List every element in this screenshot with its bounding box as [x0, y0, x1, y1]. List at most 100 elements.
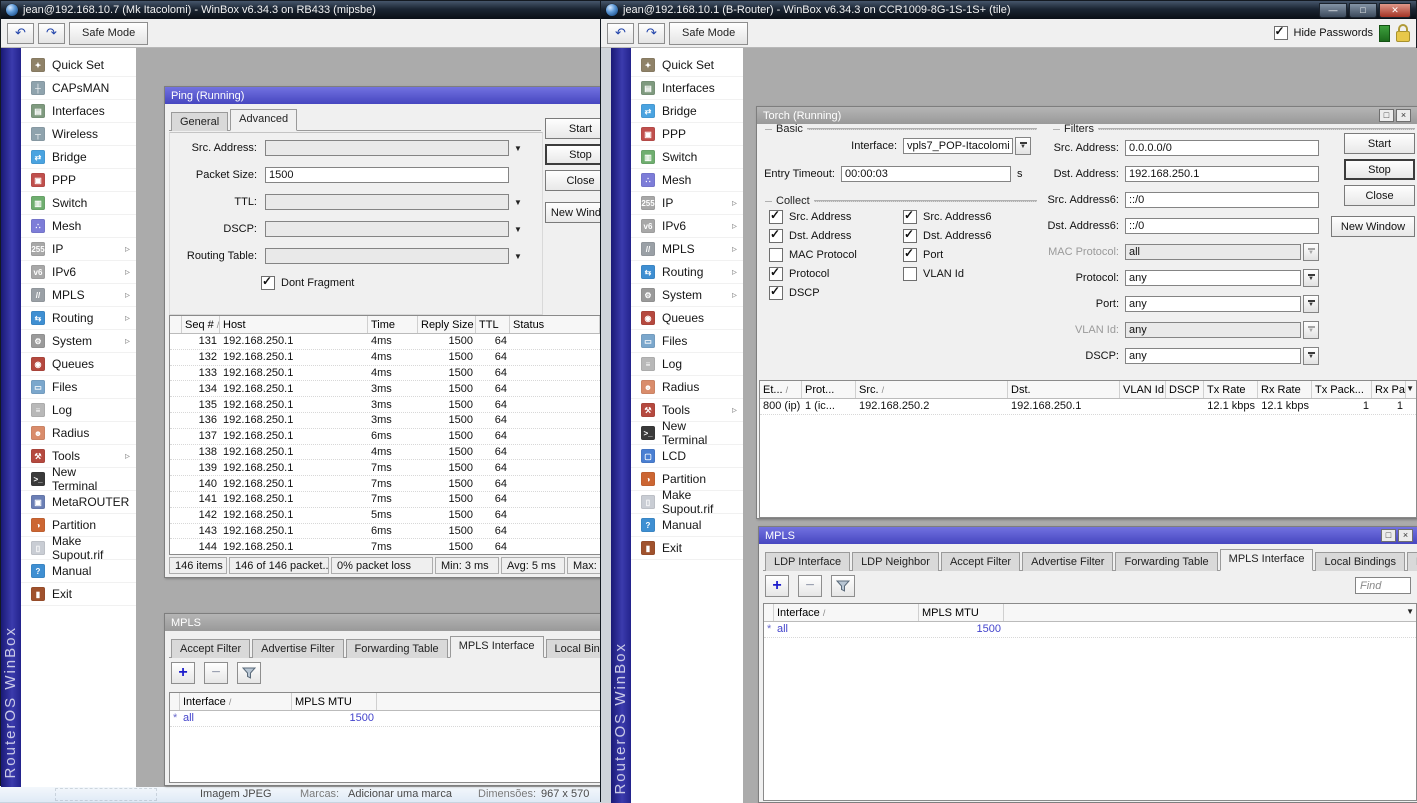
sidebar-item[interactable]: ▣ PPP: [631, 123, 743, 146]
sidebar-item[interactable]: ? Manual: [21, 560, 136, 583]
tab[interactable]: Forwarding Table: [1115, 552, 1217, 571]
dropdown-arrow-icon[interactable]: [514, 223, 522, 235]
table-row[interactable]: 134 192.168.250.1 3ms 1500 64: [170, 381, 600, 397]
right-window-titlebar[interactable]: jean@192.168.10.1 (B-Router) - WinBox v6…: [601, 1, 1416, 19]
sidebar-item[interactable]: ▮ Exit: [21, 583, 136, 606]
column-header[interactable]: VLAN Id: [1120, 381, 1166, 398]
dropdown-arrow-icon[interactable]: [514, 142, 522, 154]
filter-field[interactable]: ::/0: [1125, 192, 1319, 208]
sidebar-item[interactable]: ┼ CAPsMAN: [21, 77, 136, 100]
field-input[interactable]: [265, 140, 509, 156]
column-dropdown-icon[interactable]: ▼: [1406, 384, 1414, 393]
maximize-icon[interactable]: □: [1381, 529, 1396, 542]
sidebar-item[interactable]: ≡ Log: [631, 353, 743, 376]
sidebar-item[interactable]: ┬ Wireless: [21, 123, 136, 146]
tab[interactable]: General: [171, 112, 228, 131]
ping-window-titlebar[interactable]: Ping (Running): [165, 87, 613, 104]
column-header[interactable]: Src.: [856, 381, 1008, 398]
column-header[interactable]: Rx Rate: [1258, 381, 1312, 398]
sidebar-item[interactable]: ▤ Interfaces: [21, 100, 136, 123]
column-header[interactable]: TTL: [476, 316, 510, 333]
sidebar-item[interactable]: // MPLS ▹: [631, 238, 743, 261]
table-row[interactable]: 135 192.168.250.1 3ms 1500 64: [170, 397, 600, 413]
entry-timeout-field[interactable]: 00:00:03: [841, 166, 1011, 182]
sidebar-item[interactable]: 255 IP ▹: [631, 192, 743, 215]
filter-field[interactable]: all: [1125, 244, 1301, 260]
filter-field[interactable]: any: [1125, 348, 1301, 364]
maximize-icon[interactable]: □: [1379, 109, 1394, 122]
table-row[interactable]: 800 (ip) 1 (ic... 192.168.250.2 192.168.…: [760, 399, 1416, 415]
sidebar-item[interactable]: ⇆ Routing ▹: [21, 307, 136, 330]
table-row[interactable]: 138 192.168.250.1 4ms 1500 64: [170, 445, 600, 461]
column-header[interactable]: Seq #: [182, 316, 220, 333]
table-row[interactable]: 143 192.168.250.1 6ms 1500 64: [170, 524, 600, 540]
tab[interactable]: Local Bindings: [1315, 552, 1405, 571]
table-row[interactable]: 142 192.168.250.1 5ms 1500 64: [170, 508, 600, 524]
sidebar-item[interactable]: ▭ Files: [21, 376, 136, 399]
sidebar-item[interactable]: v6 IPv6 ▹: [631, 215, 743, 238]
combo-dropdown-icon[interactable]: [1303, 269, 1319, 287]
close-icon[interactable]: ×: [1398, 529, 1413, 542]
dropdown-arrow-icon[interactable]: [514, 250, 522, 262]
find-input[interactable]: Find: [1355, 577, 1411, 594]
sidebar-item[interactable]: ▤ Interfaces: [631, 77, 743, 100]
sidebar-item[interactable]: ∴ Mesh: [21, 215, 136, 238]
new-window-button[interactable]: New Window: [1331, 216, 1415, 237]
column-dropdown-icon[interactable]: ▼: [1406, 607, 1414, 616]
table-row[interactable]: 137 192.168.250.1 6ms 1500 64: [170, 429, 600, 445]
sidebar-item[interactable]: ▯ Make Supout.rif: [631, 491, 743, 514]
sidebar-item[interactable]: ✦ Quick Set: [21, 54, 136, 77]
sidebar-item[interactable]: // MPLS ▹: [21, 284, 136, 307]
sidebar-item[interactable]: ▢ LCD: [631, 445, 743, 468]
field-input[interactable]: [265, 248, 509, 264]
column-header[interactable]: DSCP: [1166, 381, 1204, 398]
close-icon[interactable]: ✕: [1379, 3, 1411, 18]
undo-icon[interactable]: ↶: [7, 23, 34, 44]
filter-field[interactable]: ::/0: [1125, 218, 1319, 234]
collect-checkbox[interactable]: [903, 248, 917, 262]
safe-mode-button[interactable]: Safe Mode: [69, 22, 148, 45]
column-header[interactable]: Dst.: [1008, 381, 1120, 398]
tab[interactable]: MPLS Interface: [450, 636, 544, 658]
add-button[interactable]: +: [765, 575, 789, 597]
collect-checkbox[interactable]: [903, 210, 917, 224]
sidebar-item[interactable]: ☻ Radius: [631, 376, 743, 399]
collect-checkbox[interactable]: [769, 267, 783, 281]
table-row[interactable]: * all 1500: [170, 711, 600, 727]
sidebar-item[interactable]: ▮ Exit: [631, 537, 743, 560]
field-input[interactable]: 1500: [265, 167, 509, 183]
tags-value[interactable]: Adicionar uma marca: [348, 788, 452, 800]
table-row[interactable]: 140 192.168.250.1 7ms 1500 64: [170, 476, 600, 492]
redo-icon[interactable]: ↷: [638, 23, 665, 44]
column-header[interactable]: Interface: [774, 604, 919, 621]
add-button[interactable]: +: [171, 662, 195, 684]
minimize-icon[interactable]: —: [1319, 3, 1347, 18]
table-row[interactable]: * all 1500: [764, 622, 1416, 638]
sidebar-item[interactable]: ⇄ Bridge: [631, 100, 743, 123]
sidebar-item[interactable]: 255 IP ▹: [21, 238, 136, 261]
column-header[interactable]: Tx Rate: [1204, 381, 1258, 398]
filter-field[interactable]: 0.0.0.0/0: [1125, 140, 1319, 156]
sidebar-item[interactable]: ▥ Switch: [631, 146, 743, 169]
collect-checkbox[interactable]: [769, 248, 783, 262]
sidebar-item[interactable]: ▣ PPP: [21, 169, 136, 192]
tab[interactable]: Forwarding Table: [346, 639, 448, 658]
close-icon[interactable]: ×: [1396, 109, 1411, 122]
sidebar-item[interactable]: ◉ Queues: [21, 353, 136, 376]
filter-button[interactable]: [237, 662, 261, 684]
dropdown-arrow-icon[interactable]: [514, 196, 522, 208]
column-header[interactable]: Host: [220, 316, 368, 333]
mpls-right-titlebar[interactable]: MPLS □ ×: [759, 527, 1417, 544]
hide-passwords-checkbox[interactable]: [1274, 26, 1288, 40]
column-header[interactable]: Interface: [180, 693, 292, 710]
sidebar-item[interactable]: ⇆ Routing ▹: [631, 261, 743, 284]
collect-checkbox[interactable]: [769, 210, 783, 224]
column-header[interactable]: Prot...: [802, 381, 856, 398]
remove-button[interactable]: −: [204, 662, 228, 684]
safe-mode-button[interactable]: Safe Mode: [669, 22, 748, 45]
table-row[interactable]: 131 192.168.250.1 4ms 1500 64: [170, 334, 600, 350]
sidebar-item[interactable]: ☻ Radius: [21, 422, 136, 445]
sidebar-item[interactable]: >_ New Terminal: [21, 468, 136, 491]
left-window-titlebar[interactable]: jean@192.168.10.7 (Mk Itacolomi) - WinBo…: [1, 1, 603, 19]
sidebar-item[interactable]: ◉ Queues: [631, 307, 743, 330]
